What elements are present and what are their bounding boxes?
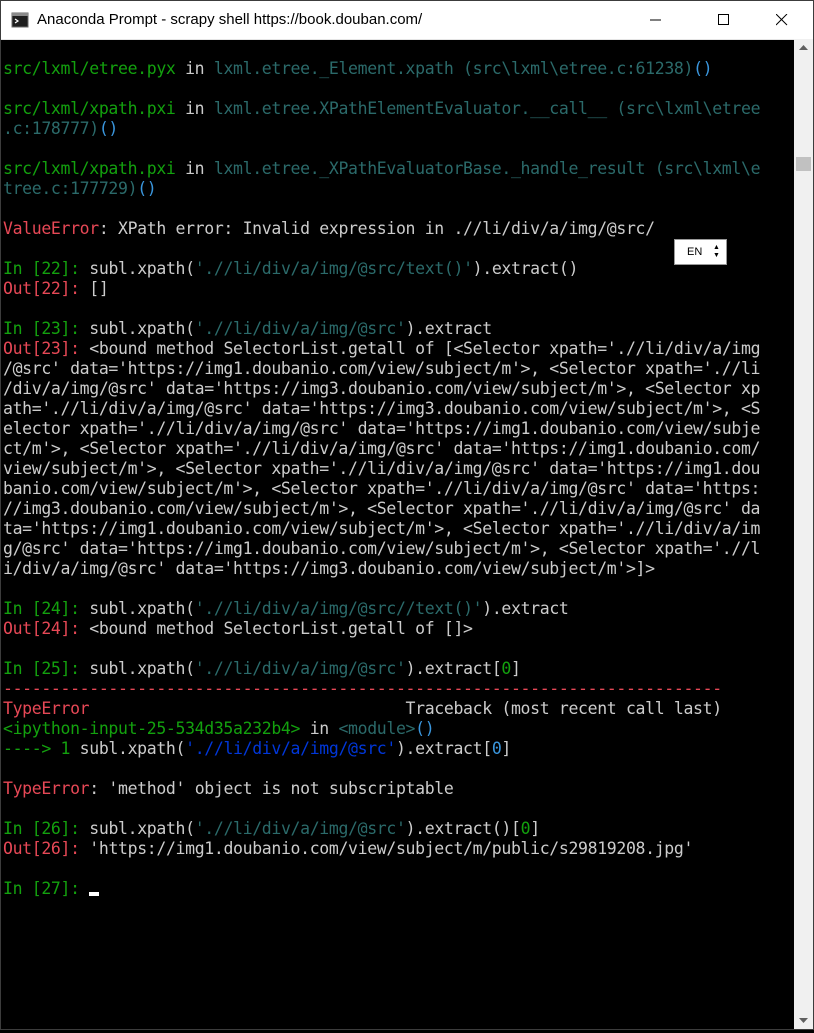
traceback-line: src/lxml/xpath.pxi in lxml.etree._XPathE… — [3, 159, 761, 178]
console-output[interactable]: src/lxml/etree.pyx in lxml.etree._Elemen… — [1, 39, 794, 1029]
traceback-line: <ipython-input-25-534d35a232b4> in <modu… — [3, 719, 435, 738]
close-button[interactable] — [759, 1, 805, 39]
output-line: g/@src' data='https://img1.doubanio.com/… — [3, 539, 761, 558]
traceback-line: ----> 1 subl.xpath('.//li/div/a/img/@src… — [3, 739, 511, 758]
traceback-line: .c:178777)() — [3, 119, 119, 138]
output-line: view/subject/m'>, <Selector xpath='.//li… — [3, 459, 761, 478]
scroll-up-button[interactable] — [794, 39, 813, 56]
input-prompt-line: In [25]: subl.xpath('.//li/div/a/img/@sr… — [3, 659, 521, 678]
output-line: ath='.//li/div/a/img/@src' data='https:/… — [3, 399, 761, 418]
scroll-up-arrow-icon — [799, 45, 808, 50]
error-line: TypeError Traceback (most recent call la… — [3, 699, 722, 718]
traceback-line: src/lxml/xpath.pxi in lxml.etree.XPathEl… — [3, 99, 761, 118]
output-line: i/div/a/img/@src' data='https://img3.dou… — [3, 559, 655, 578]
output-line: Out[22]: [] — [3, 279, 109, 298]
input-prompt-line: In [23]: subl.xpath('.//li/div/a/img/@sr… — [3, 319, 492, 338]
output-line: ta='https://img1.doubanio.com/view/subje… — [3, 519, 761, 538]
maximize-button[interactable] — [701, 1, 747, 39]
input-prompt-line: In [22]: subl.xpath('.//li/div/a/img/@sr… — [3, 259, 579, 278]
window-title: Anaconda Prompt - scrapy shell https://b… — [37, 11, 423, 28]
output-line: elector xpath='.//li/div/a/img/@src' dat… — [3, 419, 761, 438]
output-line: //img3.doubanio.com/view/subject/m'>, <S… — [3, 499, 761, 518]
output-line: ct/m'>, <Selector xpath='.//li/div/a/img… — [3, 439, 761, 458]
minimize-icon — [650, 19, 661, 21]
maximize-icon — [718, 14, 729, 25]
output-line: /div/a/img/@src' data='https://img3.doub… — [3, 379, 761, 398]
output-line: Out[26]: 'https://img1.doubanio.com/view… — [3, 839, 694, 858]
minimize-button[interactable] — [633, 1, 679, 39]
close-icon — [776, 14, 788, 26]
traceback-line: tree.c:177729)() — [3, 179, 157, 198]
vertical-scrollbar[interactable] — [794, 39, 813, 1029]
output-line: /@src' data='https://img1.doubanio.com/v… — [3, 359, 761, 378]
output-line: Out[24]: <bound method SelectorList.geta… — [3, 619, 473, 638]
output-line: banio.com/view/subject/m'>, <Selector xp… — [3, 479, 761, 498]
title-bar[interactable]: Anaconda Prompt - scrapy shell https://b… — [1, 1, 813, 40]
input-method-indicator[interactable]: EN ▲ ▼ — [674, 239, 727, 265]
terminal-window: Anaconda Prompt - scrapy shell https://b… — [0, 0, 814, 1030]
scroll-down-button[interactable] — [794, 1012, 813, 1029]
input-prompt-line: In [24]: subl.xpath('.//li/div/a/img/@sr… — [3, 599, 569, 618]
error-line: ValueError: XPath error: Invalid express… — [3, 219, 655, 238]
output-line: Out[23]: <bound method SelectorList.geta… — [3, 339, 761, 358]
input-prompt-line[interactable]: In [27]: — [3, 879, 100, 899]
traceback-divider: ----------------------------------------… — [3, 679, 722, 698]
traceback-line: src/lxml/etree.pyx in lxml.etree._Elemen… — [3, 59, 713, 78]
scroll-down-arrow-icon — [799, 1018, 808, 1023]
input-prompt-line: In [26]: subl.xpath('.//li/div/a/img/@sr… — [3, 819, 540, 838]
anaconda-prompt-icon — [11, 12, 29, 28]
error-line: TypeError: 'method' object is not subscr… — [3, 779, 454, 798]
text-cursor — [89, 892, 100, 896]
spinner-arrows-icon: ▲ ▼ — [713, 244, 720, 259]
scrollbar-thumb[interactable] — [796, 157, 811, 171]
